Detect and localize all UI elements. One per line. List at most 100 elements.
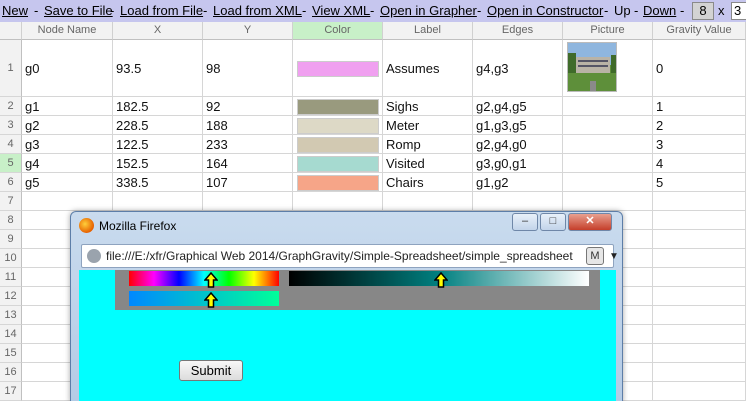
row-header[interactable]: 2: [0, 97, 22, 116]
open-in-grapher-link[interactable]: Open in Grapher: [380, 3, 477, 18]
table-cell[interactable]: [293, 97, 383, 116]
column-header[interactable]: Color: [293, 22, 383, 40]
table-cell[interactable]: [563, 40, 653, 97]
table-cell[interactable]: g1,g3,g5: [473, 116, 563, 135]
color-swatch[interactable]: [297, 61, 379, 77]
column-header[interactable]: Y: [203, 22, 293, 40]
row-header[interactable]: 10: [0, 249, 22, 268]
row-header[interactable]: 17: [0, 382, 22, 401]
view-xml-link[interactable]: View XML: [312, 3, 370, 18]
table-cell[interactable]: g2,g4,g0: [473, 135, 563, 154]
table-cell[interactable]: [563, 116, 653, 135]
url-bar[interactable]: file:///E:/xfr/Graphical Web 2014/GraphG…: [81, 244, 619, 268]
table-cell[interactable]: g3: [22, 135, 113, 154]
table-cell[interactable]: [293, 192, 383, 211]
table-cell[interactable]: g4: [22, 154, 113, 173]
table-cell[interactable]: g4,g3: [473, 40, 563, 97]
table-cell[interactable]: 1: [653, 97, 746, 116]
table-cell[interactable]: [203, 192, 293, 211]
table-cell[interactable]: [653, 325, 746, 344]
row-header[interactable]: 4: [0, 135, 22, 154]
table-cell[interactable]: g0: [22, 40, 113, 97]
extension-icon[interactable]: M: [586, 247, 604, 265]
table-cell[interactable]: 122.5: [113, 135, 203, 154]
slider-handle-icon[interactable]: [204, 292, 218, 308]
color-swatch[interactable]: [297, 137, 379, 153]
table-cell[interactable]: [563, 192, 653, 211]
url-text[interactable]: file:///E:/xfr/Graphical Web 2014/GraphG…: [106, 249, 576, 263]
slider-handle-icon[interactable]: [204, 272, 218, 288]
row-header[interactable]: 13: [0, 306, 22, 325]
column-header[interactable]: X: [113, 22, 203, 40]
table-cell[interactable]: [563, 97, 653, 116]
table-cell[interactable]: [653, 363, 746, 382]
row-header[interactable]: 9: [0, 230, 22, 249]
load-from-xml-link[interactable]: Load from XML: [213, 3, 302, 18]
row-header[interactable]: 16: [0, 363, 22, 382]
table-cell[interactable]: 152.5: [113, 154, 203, 173]
table-cell[interactable]: [563, 135, 653, 154]
table-cell[interactable]: [653, 211, 746, 230]
color-swatch[interactable]: [297, 118, 379, 134]
slider-handle-icon[interactable]: [434, 272, 448, 288]
dropdown-arrow-icon[interactable]: ▼: [609, 251, 619, 262]
table-cell[interactable]: 164: [203, 154, 293, 173]
color-swatch[interactable]: [297, 156, 379, 172]
table-cell[interactable]: 92: [203, 97, 293, 116]
table-cell[interactable]: [293, 135, 383, 154]
table-cell[interactable]: [653, 306, 746, 325]
row-header[interactable]: 3: [0, 116, 22, 135]
table-cell[interactable]: [653, 249, 746, 268]
color-swatch[interactable]: [297, 175, 379, 191]
row-header[interactable]: 7: [0, 192, 22, 211]
table-cell[interactable]: Romp: [383, 135, 473, 154]
cols-count-input[interactable]: 3: [731, 2, 746, 20]
table-cell[interactable]: [293, 40, 383, 97]
table-cell[interactable]: [293, 154, 383, 173]
firefox-window[interactable]: Mozilla Firefox – □ ✕ file:///E:/xfr/Gra…: [70, 211, 623, 401]
table-cell[interactable]: Sighs: [383, 97, 473, 116]
table-cell[interactable]: Assumes: [383, 40, 473, 97]
table-cell[interactable]: [653, 268, 746, 287]
new-link[interactable]: New: [2, 3, 28, 18]
table-cell[interactable]: [293, 116, 383, 135]
column-header[interactable]: Gravity Value: [653, 22, 746, 40]
table-cell[interactable]: [653, 192, 746, 211]
table-cell[interactable]: 107: [203, 173, 293, 192]
close-button[interactable]: ✕: [568, 213, 612, 231]
table-cell[interactable]: 2: [653, 116, 746, 135]
minimize-button[interactable]: –: [512, 213, 538, 231]
table-cell[interactable]: 93.5: [113, 40, 203, 97]
table-cell[interactable]: 182.5: [113, 97, 203, 116]
column-header[interactable]: Edges: [473, 22, 563, 40]
maximize-button[interactable]: □: [540, 213, 566, 231]
color-swatch[interactable]: [297, 99, 379, 115]
table-cell[interactable]: [113, 192, 203, 211]
open-in-constructor-link[interactable]: Open in Constructor: [487, 3, 603, 18]
up-button[interactable]: Up: [614, 3, 631, 18]
table-cell[interactable]: [653, 382, 746, 401]
table-cell[interactable]: 4: [653, 154, 746, 173]
table-cell[interactable]: g1: [22, 97, 113, 116]
table-cell[interactable]: [653, 287, 746, 306]
row-header[interactable]: 12: [0, 287, 22, 306]
save-to-file-link[interactable]: Save to File: [44, 3, 113, 18]
down-link[interactable]: Down: [643, 3, 676, 18]
table-cell[interactable]: g1,g2: [473, 173, 563, 192]
load-from-file-link[interactable]: Load from File: [120, 3, 203, 18]
table-cell[interactable]: [473, 192, 563, 211]
table-cell[interactable]: 338.5: [113, 173, 203, 192]
table-cell[interactable]: Visited: [383, 154, 473, 173]
table-cell[interactable]: 3: [653, 135, 746, 154]
table-cell[interactable]: [22, 192, 113, 211]
table-cell[interactable]: g5: [22, 173, 113, 192]
rows-count-input[interactable]: 8: [692, 2, 714, 20]
table-cell[interactable]: 5: [653, 173, 746, 192]
table-cell[interactable]: 228.5: [113, 116, 203, 135]
row-header[interactable]: 14: [0, 325, 22, 344]
table-cell[interactable]: [383, 192, 473, 211]
table-cell[interactable]: 233: [203, 135, 293, 154]
table-cell[interactable]: g2,g4,g5: [473, 97, 563, 116]
table-cell[interactable]: [293, 173, 383, 192]
column-header[interactable]: Label: [383, 22, 473, 40]
